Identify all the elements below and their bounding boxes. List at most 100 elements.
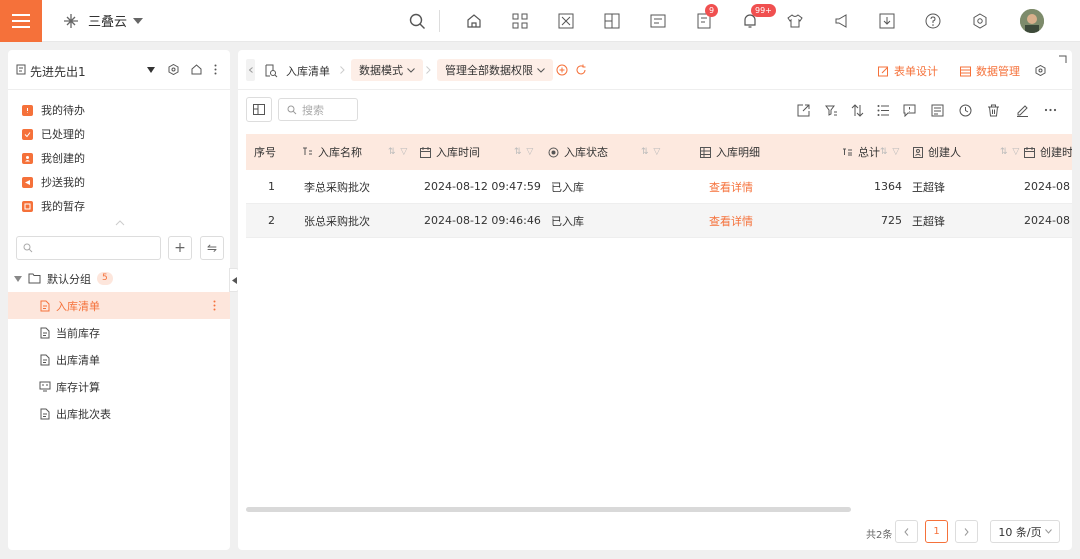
form-design-button[interactable]: 表单设计 [878, 63, 938, 79]
edit-icon [878, 66, 888, 76]
sort-filter-icon[interactable]: ⇅ ▽ [641, 134, 661, 170]
search-input[interactable]: 搜索 [278, 98, 358, 121]
home-icon[interactable] [191, 64, 202, 75]
quick-item-created[interactable]: 我创建的 [22, 150, 85, 166]
page-button-current[interactable]: 1 [925, 520, 948, 543]
data-manage-label: 数据管理 [976, 65, 1020, 78]
tree-item-outbound-batch[interactable]: 出库批次表 [8, 400, 230, 427]
pager-total: 共2条 [866, 530, 893, 541]
menu-button[interactable] [0, 0, 42, 42]
tree-item-stock-calc[interactable]: 库存计算 [8, 373, 230, 400]
history-icon[interactable] [957, 102, 973, 118]
column-header-index[interactable]: 序号 [254, 134, 276, 170]
export-icon[interactable] [795, 102, 811, 118]
pen-icon[interactable] [1014, 102, 1030, 118]
layout-icon[interactable] [602, 11, 622, 31]
tree-search-input[interactable] [16, 236, 161, 260]
mode-dropdown[interactable]: 数据模式 [351, 59, 423, 81]
quick-item-processed[interactable]: 已处理的 [22, 126, 85, 142]
column-header-name[interactable]: 入库名称 [302, 134, 362, 170]
column-header-detail[interactable]: 入库明细 [700, 134, 760, 170]
sort-filter-icon[interactable]: ⇅ ▽ [880, 134, 900, 170]
tree-group-default[interactable]: 默认分组 5 [8, 265, 230, 292]
sort-filter-icon[interactable]: ⇅ ▽ [388, 134, 408, 170]
brand-name: 三叠云 [88, 15, 128, 30]
search-icon [287, 105, 297, 114]
avatar[interactable] [1020, 9, 1044, 33]
column-header-total[interactable]: 总计 [842, 134, 880, 170]
corner-expand-icon[interactable] [1058, 55, 1067, 64]
view-detail-link[interactable]: 查看详情 [709, 170, 753, 203]
number-icon [843, 148, 852, 156]
sort-icon[interactable] [849, 102, 865, 118]
brand-switcher[interactable]: 三叠云 [60, 11, 144, 30]
table-row[interactable]: 2 张总采购批次 2024-08-12 09:46:46 已入库 查看详情 72… [246, 204, 1072, 238]
caret-down-icon[interactable] [147, 67, 155, 73]
group-label: 默认分组 [47, 272, 91, 286]
next-page-button[interactable] [955, 520, 978, 543]
horizontal-scrollbar[interactable] [246, 507, 851, 512]
chevron-up-icon[interactable] [115, 220, 125, 226]
help-icon[interactable] [923, 11, 943, 31]
swap-button[interactable]: ⇋ [200, 236, 224, 260]
filter-icon[interactable] [823, 102, 839, 118]
apps-icon[interactable] [510, 11, 530, 31]
search-icon[interactable] [407, 11, 427, 31]
more-horizontal-icon[interactable] [1042, 102, 1058, 118]
workflow-icon[interactable] [556, 11, 576, 31]
permission-label: 管理全部数据权限 [445, 64, 533, 77]
settings-icon[interactable] [1035, 65, 1046, 76]
column-header-status[interactable]: 入库状态 [548, 134, 608, 170]
cell-created: 2024-08 [1024, 180, 1070, 193]
cell-creator: 王超锋 [912, 180, 945, 194]
column-header-creator[interactable]: 创建人 [913, 134, 961, 170]
tree-item-outbound-list[interactable]: 出库清单 [8, 346, 230, 373]
column-label: 入库状态 [564, 146, 608, 159]
comment-icon[interactable] [901, 102, 917, 118]
tree-item-inbound-list[interactable]: 入库清单 [8, 292, 230, 319]
settings-icon[interactable] [168, 64, 179, 75]
table-row[interactable]: 1 李总采购批次 2024-08-12 09:47:59 已入库 查看详情 13… [246, 170, 1072, 204]
sort-filter-icon[interactable]: ⇅ ▽ [1000, 134, 1020, 170]
column-header-time[interactable]: 入库时间 [420, 134, 480, 170]
megaphone-icon[interactable] [832, 11, 852, 31]
view-toggle-button[interactable] [246, 97, 272, 122]
cell-status: 已入库 [551, 180, 584, 194]
table-icon [700, 146, 711, 158]
view-detail-link[interactable]: 查看详情 [709, 204, 753, 237]
print-icon[interactable] [929, 102, 945, 118]
page-size-select[interactable]: 10 条/页 [990, 520, 1060, 543]
text-field-icon [303, 147, 312, 155]
more-vertical-icon[interactable] [213, 300, 216, 311]
sidebar: 先进先出1 我的待办 已处理的 我创建的 抄送我的 我的暂存 + ⇋ 默认分组 … [8, 50, 230, 550]
prev-page-button[interactable] [895, 520, 918, 543]
sort-filter-icon[interactable]: ⇅ ▽ [514, 134, 534, 170]
home-icon[interactable] [464, 11, 484, 31]
column-header-created[interactable]: 创建时 [1024, 134, 1072, 170]
list-icon[interactable] [875, 102, 891, 118]
bell-icon[interactable]: 99+ [740, 4, 776, 31]
quick-item-todo[interactable]: 我的待办 [22, 102, 85, 118]
chevron-right-icon [340, 66, 345, 74]
data-manage-button[interactable]: 数据管理 [960, 63, 1020, 79]
add-circle-icon[interactable] [556, 64, 568, 76]
more-vertical-icon[interactable] [214, 64, 217, 75]
add-button[interactable]: + [168, 236, 192, 260]
shirt-icon[interactable] [785, 11, 805, 31]
trash-icon[interactable] [985, 102, 1001, 118]
quick-item-cc[interactable]: 抄送我的 [22, 174, 85, 190]
settings-icon[interactable] [970, 11, 990, 31]
quick-item-label: 已处理的 [41, 128, 85, 141]
refresh-icon[interactable] [575, 64, 587, 76]
divider [439, 10, 440, 32]
permission-dropdown[interactable]: 管理全部数据权限 [437, 59, 553, 81]
quick-item-draft[interactable]: 我的暂存 [22, 198, 85, 214]
form-icon[interactable] [648, 11, 668, 31]
task-icon[interactable]: 9 [694, 4, 719, 31]
back-button[interactable] [246, 59, 255, 81]
user-card-icon [913, 146, 923, 158]
search-placeholder: 搜索 [302, 103, 324, 117]
download-icon[interactable] [877, 11, 897, 31]
tree-item-current-stock[interactable]: 当前库存 [8, 319, 230, 346]
crumb-page[interactable]: 入库清单 [264, 63, 330, 79]
